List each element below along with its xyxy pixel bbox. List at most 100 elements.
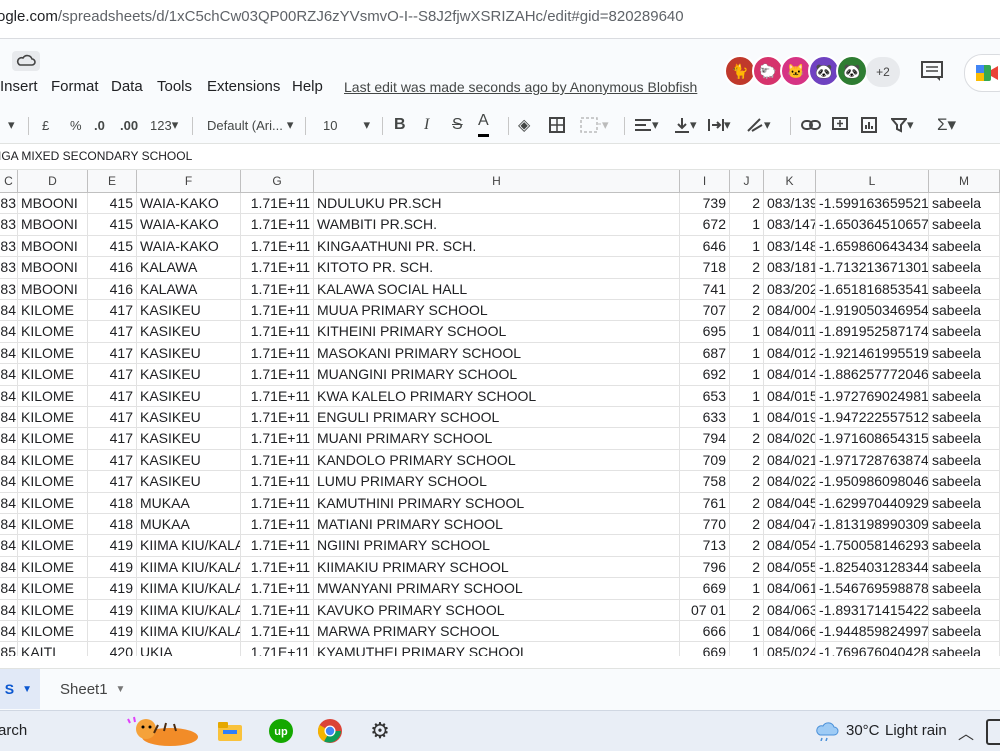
streams-cell[interactable]: 2 [730,556,764,578]
station-name-cell[interactable]: KITOTO PR. SCH. [314,257,680,279]
station-code-cell[interactable]: 083/202 [764,278,816,300]
station-name-cell[interactable]: ENGULI PRIMARY SCHOOL [314,407,680,428]
ward-cell[interactable]: MUKAA [137,492,241,514]
col-c-cell[interactable]: 84 [0,556,18,578]
streams-cell[interactable]: 1 [730,342,764,364]
station-name-cell[interactable]: NDULUKU PR.SCH [314,193,680,214]
user-cell[interactable]: sabeela [929,214,1000,236]
menu-insert[interactable]: Insert [0,78,38,95]
user-cell[interactable]: sabeela [929,621,1000,642]
merge-cells-icon[interactable]: ▾ [580,107,609,143]
ward-cell[interactable]: KASIKEU [137,449,241,471]
column-header[interactable]: G [241,170,314,193]
latitude-cell[interactable]: -1.599163659521 [816,193,929,214]
menu-format[interactable]: Format [51,78,99,95]
voters-cell[interactable]: 653 [680,385,730,407]
latitude-cell[interactable]: -1.886257772046 [816,364,929,386]
menu-data[interactable]: Data [111,78,143,95]
voters-cell[interactable]: 758 [680,471,730,493]
percent-button[interactable]: % [70,107,82,143]
col-c-cell[interactable]: 84 [0,385,18,407]
streams-cell[interactable]: 2 [730,300,764,321]
station-code-cell[interactable]: 085/024 [764,642,816,656]
voters-cell[interactable]: 669 [680,642,730,656]
district-cell[interactable]: MBOONI [18,193,88,214]
code-cell[interactable]: 415 [88,193,137,214]
voters-cell[interactable]: 709 [680,449,730,471]
code-cell[interactable]: 420 [88,642,137,656]
station-code-cell[interactable]: 084/011 [764,321,816,343]
code-cell[interactable]: 417 [88,300,137,321]
district-cell[interactable]: KILOME [18,556,88,578]
code-cell[interactable]: 419 [88,556,137,578]
col-c-cell[interactable]: 83 [0,193,18,214]
col-c-cell[interactable]: 84 [0,321,18,343]
meet-button[interactable] [964,54,1000,92]
tiger-widget-icon[interactable] [124,715,204,747]
code-cell[interactable]: 417 [88,364,137,386]
ward-cell[interactable]: KASIKEU [137,471,241,493]
district-cell[interactable]: KILOME [18,599,88,621]
number-cell[interactable]: 1.71E+11 [241,321,314,343]
user-cell[interactable]: sabeela [929,407,1000,428]
ward-cell[interactable]: KALAWA [137,278,241,300]
formula-content[interactable]: IGA MIXED SECONDARY SCHOOL [0,149,192,163]
latitude-cell[interactable]: -1.769676040428 [816,642,929,656]
voters-cell[interactable]: 646 [680,235,730,257]
column-header[interactable]: E [88,170,137,193]
user-cell[interactable]: sabeela [929,300,1000,321]
voters-cell[interactable]: 633 [680,407,730,428]
text-rotation-icon[interactable]: ▾ [746,107,771,143]
ward-cell[interactable]: KIIMA KIU/KALA [137,535,241,557]
voters-cell[interactable]: 672 [680,214,730,236]
strikethrough-button[interactable]: S [452,107,463,143]
user-cell[interactable]: sabeela [929,257,1000,279]
text-color-button[interactable]: A [478,107,489,137]
district-cell[interactable]: KILOME [18,535,88,557]
comments-icon[interactable] [920,60,944,87]
settings-gear-icon[interactable]: ⚙ [364,715,396,747]
sheet-tab[interactable]: Sheet1 ▼ [48,669,137,709]
user-cell[interactable]: sabeela [929,471,1000,493]
column-header[interactable]: F [137,170,241,193]
district-cell[interactable]: MBOONI [18,278,88,300]
user-cell[interactable]: sabeela [929,642,1000,656]
user-cell[interactable]: sabeela [929,535,1000,557]
voters-cell[interactable]: 718 [680,257,730,279]
latitude-cell[interactable]: -1.971608654315 [816,428,929,450]
font-size-select[interactable]: 10 ▾ [323,107,375,143]
streams-cell[interactable]: 2 [730,599,764,621]
number-cell[interactable]: 1.71E+11 [241,300,314,321]
station-name-cell[interactable]: MARWA PRIMARY SCHOOL [314,621,680,642]
streams-cell[interactable]: 2 [730,514,764,535]
station-name-cell[interactable]: KITHEINI PRIMARY SCHOOL [314,321,680,343]
code-cell[interactable]: 417 [88,321,137,343]
number-cell[interactable]: 1.71E+11 [241,364,314,386]
station-code-cell[interactable]: 084/020 [764,428,816,450]
number-cell[interactable]: 1.71E+11 [241,257,314,279]
station-code-cell[interactable]: 084/063 [764,599,816,621]
latitude-cell[interactable]: -1.650364510657 [816,214,929,236]
station-name-cell[interactable]: MWANYANI PRIMARY SCHOOL [314,578,680,600]
ward-cell[interactable]: KASIKEU [137,300,241,321]
italic-button[interactable]: I [424,107,429,143]
user-cell[interactable]: sabeela [929,321,1000,343]
voters-cell[interactable]: 713 [680,535,730,557]
formula-bar[interactable]: IGA MIXED SECONDARY SCHOOL [0,145,1000,170]
code-cell[interactable]: 417 [88,471,137,493]
code-cell[interactable]: 419 [88,599,137,621]
ward-cell[interactable]: KIIMA KIU/KALA [137,621,241,642]
station-name-cell[interactable]: MASOKANI PRIMARY SCHOOL [314,342,680,364]
user-cell[interactable]: sabeela [929,364,1000,386]
code-cell[interactable]: 418 [88,514,137,535]
col-c-cell[interactable]: 84 [0,599,18,621]
district-cell[interactable]: KILOME [18,407,88,428]
latitude-cell[interactable]: -1.629970440929 [816,492,929,514]
tablet-mode-icon[interactable] [986,719,1000,745]
insert-link-icon[interactable] [801,107,821,143]
latitude-cell[interactable]: -1.713213671301 [816,257,929,279]
latitude-cell[interactable]: -1.947222557512 [816,407,929,428]
voters-cell[interactable]: 770 [680,514,730,535]
streams-cell[interactable]: 1 [730,364,764,386]
code-cell[interactable]: 417 [88,449,137,471]
